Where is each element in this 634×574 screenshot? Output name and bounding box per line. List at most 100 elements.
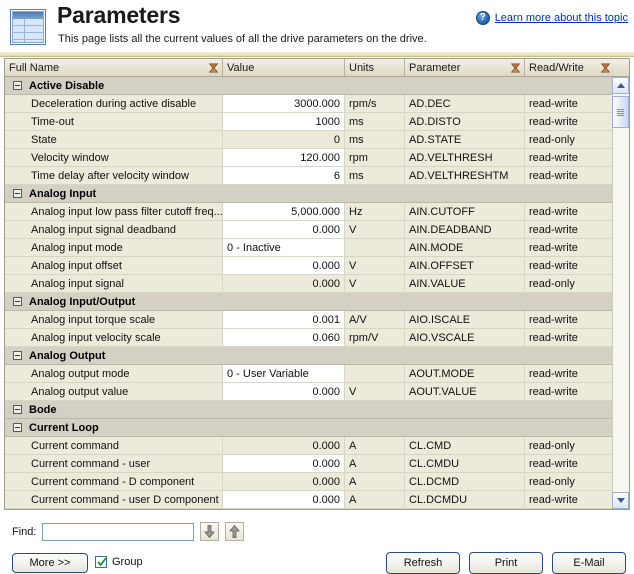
collapse-expander-icon[interactable] xyxy=(13,81,22,90)
parameter-units-cell: ms xyxy=(345,113,405,130)
parameter-units-cell xyxy=(345,239,405,256)
vertical-scrollbar[interactable] xyxy=(612,77,629,509)
parameter-id-cell: AD.VELTHRESHTM xyxy=(405,167,525,184)
arrow-up-icon xyxy=(229,525,241,538)
table-row[interactable]: Analog input signal deadband 0.000 V AIN.DE… xyxy=(5,221,629,239)
table-row[interactable]: Deceleration during active disable 3000.0… xyxy=(5,95,629,113)
search-input[interactable] xyxy=(42,522,195,541)
column-header-label: Full Name xyxy=(9,61,60,74)
parameter-units-cell: A xyxy=(345,473,405,490)
column-header-units[interactable]: Units xyxy=(345,59,405,76)
parameter-id-cell: AIN.OFFSET xyxy=(405,257,525,274)
table-row[interactable]: Time-out 1000 ms AD.DISTO read-write xyxy=(5,113,629,131)
bottom-toolbar: Find: More >> Group Refresh Print E-Mail xyxy=(0,510,634,574)
learn-more-link[interactable]: Learn more about this topic xyxy=(495,12,628,24)
parameter-value-cell[interactable]: 6 xyxy=(223,167,345,184)
filter-funnel-icon[interactable] xyxy=(209,62,218,73)
parameter-units-cell: V xyxy=(345,275,405,292)
parameter-units-cell: rpm xyxy=(345,149,405,166)
group-cell: Bode xyxy=(5,401,629,418)
parameter-value-cell[interactable]: 0.000 xyxy=(223,455,345,472)
learn-more-container[interactable]: ? Learn more about this topic xyxy=(475,11,628,25)
parameter-value-cell[interactable]: 0.000 xyxy=(223,221,345,238)
group-checkbox-container[interactable]: Group xyxy=(95,556,143,568)
parameter-value-cell[interactable]: 5,000.000 xyxy=(223,203,345,220)
parameter-value-cell[interactable]: 0.060 xyxy=(223,329,345,346)
parameter-value-cell[interactable]: 1000 xyxy=(223,113,345,130)
more-button[interactable]: More >> xyxy=(12,553,88,573)
parameter-name-cell: Deceleration during active disable xyxy=(5,95,223,112)
parameter-name-cell: Current command - user xyxy=(5,455,223,472)
column-header-full-name[interactable]: Full Name xyxy=(5,59,223,76)
collapse-expander-icon[interactable] xyxy=(13,405,22,414)
table-row[interactable]: Analog input mode 0 - Inactive AIN.MODE rea… xyxy=(5,239,629,257)
parameter-units-cell: Hz xyxy=(345,203,405,220)
scroll-up-button[interactable] xyxy=(612,77,629,94)
table-row[interactable]: Analog input offset 0.000 V AIN.OFFSET read-… xyxy=(5,257,629,275)
parameter-units-cell: V xyxy=(345,383,405,400)
table-row[interactable]: Time delay after velocity window 6 ms AD.VE… xyxy=(5,167,629,185)
column-header-label: Value xyxy=(227,61,255,74)
table-row[interactable]: Current command - user 0.000 A CL.CMDU read-… xyxy=(5,455,629,473)
table-row[interactable]: Analog input torque scale 0.001 A/V AIO.ISC… xyxy=(5,311,629,329)
parameter-units-cell: A/V xyxy=(345,311,405,328)
page-title: Parameters xyxy=(57,2,181,28)
parameter-value-cell[interactable]: 3000.000 xyxy=(223,95,345,112)
table-row[interactable]: Current command - user D component 0.000 A… xyxy=(5,491,629,509)
parameter-value-cell[interactable]: 0.000 xyxy=(223,383,345,400)
group-label: Analog Output xyxy=(29,349,106,362)
parameter-value-cell[interactable]: 120.000 xyxy=(223,149,345,166)
group-row[interactable]: Active Disable xyxy=(5,77,629,95)
parameter-id-cell: CL.DCMD xyxy=(405,473,525,490)
table-row[interactable]: Velocity window 120.000 rpm AD.VELTHRESH rea… xyxy=(5,149,629,167)
find-row: Find: xyxy=(12,522,245,541)
email-button[interactable]: E-Mail xyxy=(552,552,626,574)
collapse-expander-icon[interactable] xyxy=(13,351,22,360)
find-next-button[interactable] xyxy=(200,522,220,541)
parameter-access-cell: read-write xyxy=(525,149,614,166)
parameter-name-cell: Analog input signal deadband xyxy=(5,221,223,238)
parameter-value-cell[interactable]: 0.000 xyxy=(223,491,345,508)
table-row[interactable]: Analog output mode 0 - User Variable AOUT.… xyxy=(5,365,629,383)
group-row[interactable]: Analog Input xyxy=(5,185,629,203)
group-checkbox[interactable] xyxy=(95,556,107,568)
table-row[interactable]: Analog input signal 0.000 V AIN.VALUE read-o… xyxy=(5,275,629,293)
column-header-value[interactable]: Value xyxy=(223,59,345,76)
column-header-parameter[interactable]: Parameter xyxy=(405,59,525,76)
find-previous-button[interactable] xyxy=(225,522,245,541)
parameter-value-cell[interactable]: 0 - Inactive xyxy=(223,239,345,256)
table-row[interactable]: Analog input low pass filter cutoff freq… xyxy=(5,203,629,221)
refresh-button[interactable]: Refresh xyxy=(386,552,460,574)
scrollbar-thumb[interactable] xyxy=(612,96,629,128)
table-row[interactable]: Current command 0.000 A CL.CMD read-only xyxy=(5,437,629,455)
group-label: Analog Input/Output xyxy=(29,295,136,308)
parameter-name-cell: Current command - user D component xyxy=(5,491,223,508)
collapse-expander-icon[interactable] xyxy=(13,189,22,198)
column-header-read-write[interactable]: Read/Write xyxy=(525,59,614,76)
parameter-value-cell[interactable]: 0.000 xyxy=(223,257,345,274)
parameter-access-cell: read-only xyxy=(525,473,614,490)
group-row[interactable]: Bode xyxy=(5,401,629,419)
parameter-id-cell: AD.VELTHRESH xyxy=(405,149,525,166)
group-row[interactable]: Analog Input/Output xyxy=(5,293,629,311)
parameter-units-cell: A xyxy=(345,455,405,472)
table-row[interactable]: Analog input velocity scale 0.060 rpm/V AIO… xyxy=(5,329,629,347)
group-row[interactable]: Current Loop xyxy=(5,419,629,437)
print-button[interactable]: Print xyxy=(469,552,543,574)
table-row[interactable]: Current command - D component 0.000 A CL.DC… xyxy=(5,473,629,491)
collapse-expander-icon[interactable] xyxy=(13,297,22,306)
grid-header-row: Full Name Value Units Parameter Read/Write xyxy=(5,59,629,77)
parameter-name-cell: Analog input signal xyxy=(5,275,223,292)
filter-funnel-icon[interactable] xyxy=(511,62,520,73)
parameter-value-cell[interactable]: 0.001 xyxy=(223,311,345,328)
parameter-id-cell: AOUT.MODE xyxy=(405,365,525,382)
scroll-down-button[interactable] xyxy=(612,492,629,509)
filter-funnel-icon[interactable] xyxy=(601,62,610,73)
parameter-access-cell: read-write xyxy=(525,383,614,400)
table-row[interactable]: Analog output value 0.000 V AOUT.VALUE read-… xyxy=(5,383,629,401)
group-row[interactable]: Analog Output xyxy=(5,347,629,365)
parameter-value-cell[interactable]: 0 - User Variable xyxy=(223,365,345,382)
parameter-id-cell: CL.CMD xyxy=(405,437,525,454)
collapse-expander-icon[interactable] xyxy=(13,423,22,432)
table-row[interactable]: State 0 ms AD.STATE read-only xyxy=(5,131,629,149)
